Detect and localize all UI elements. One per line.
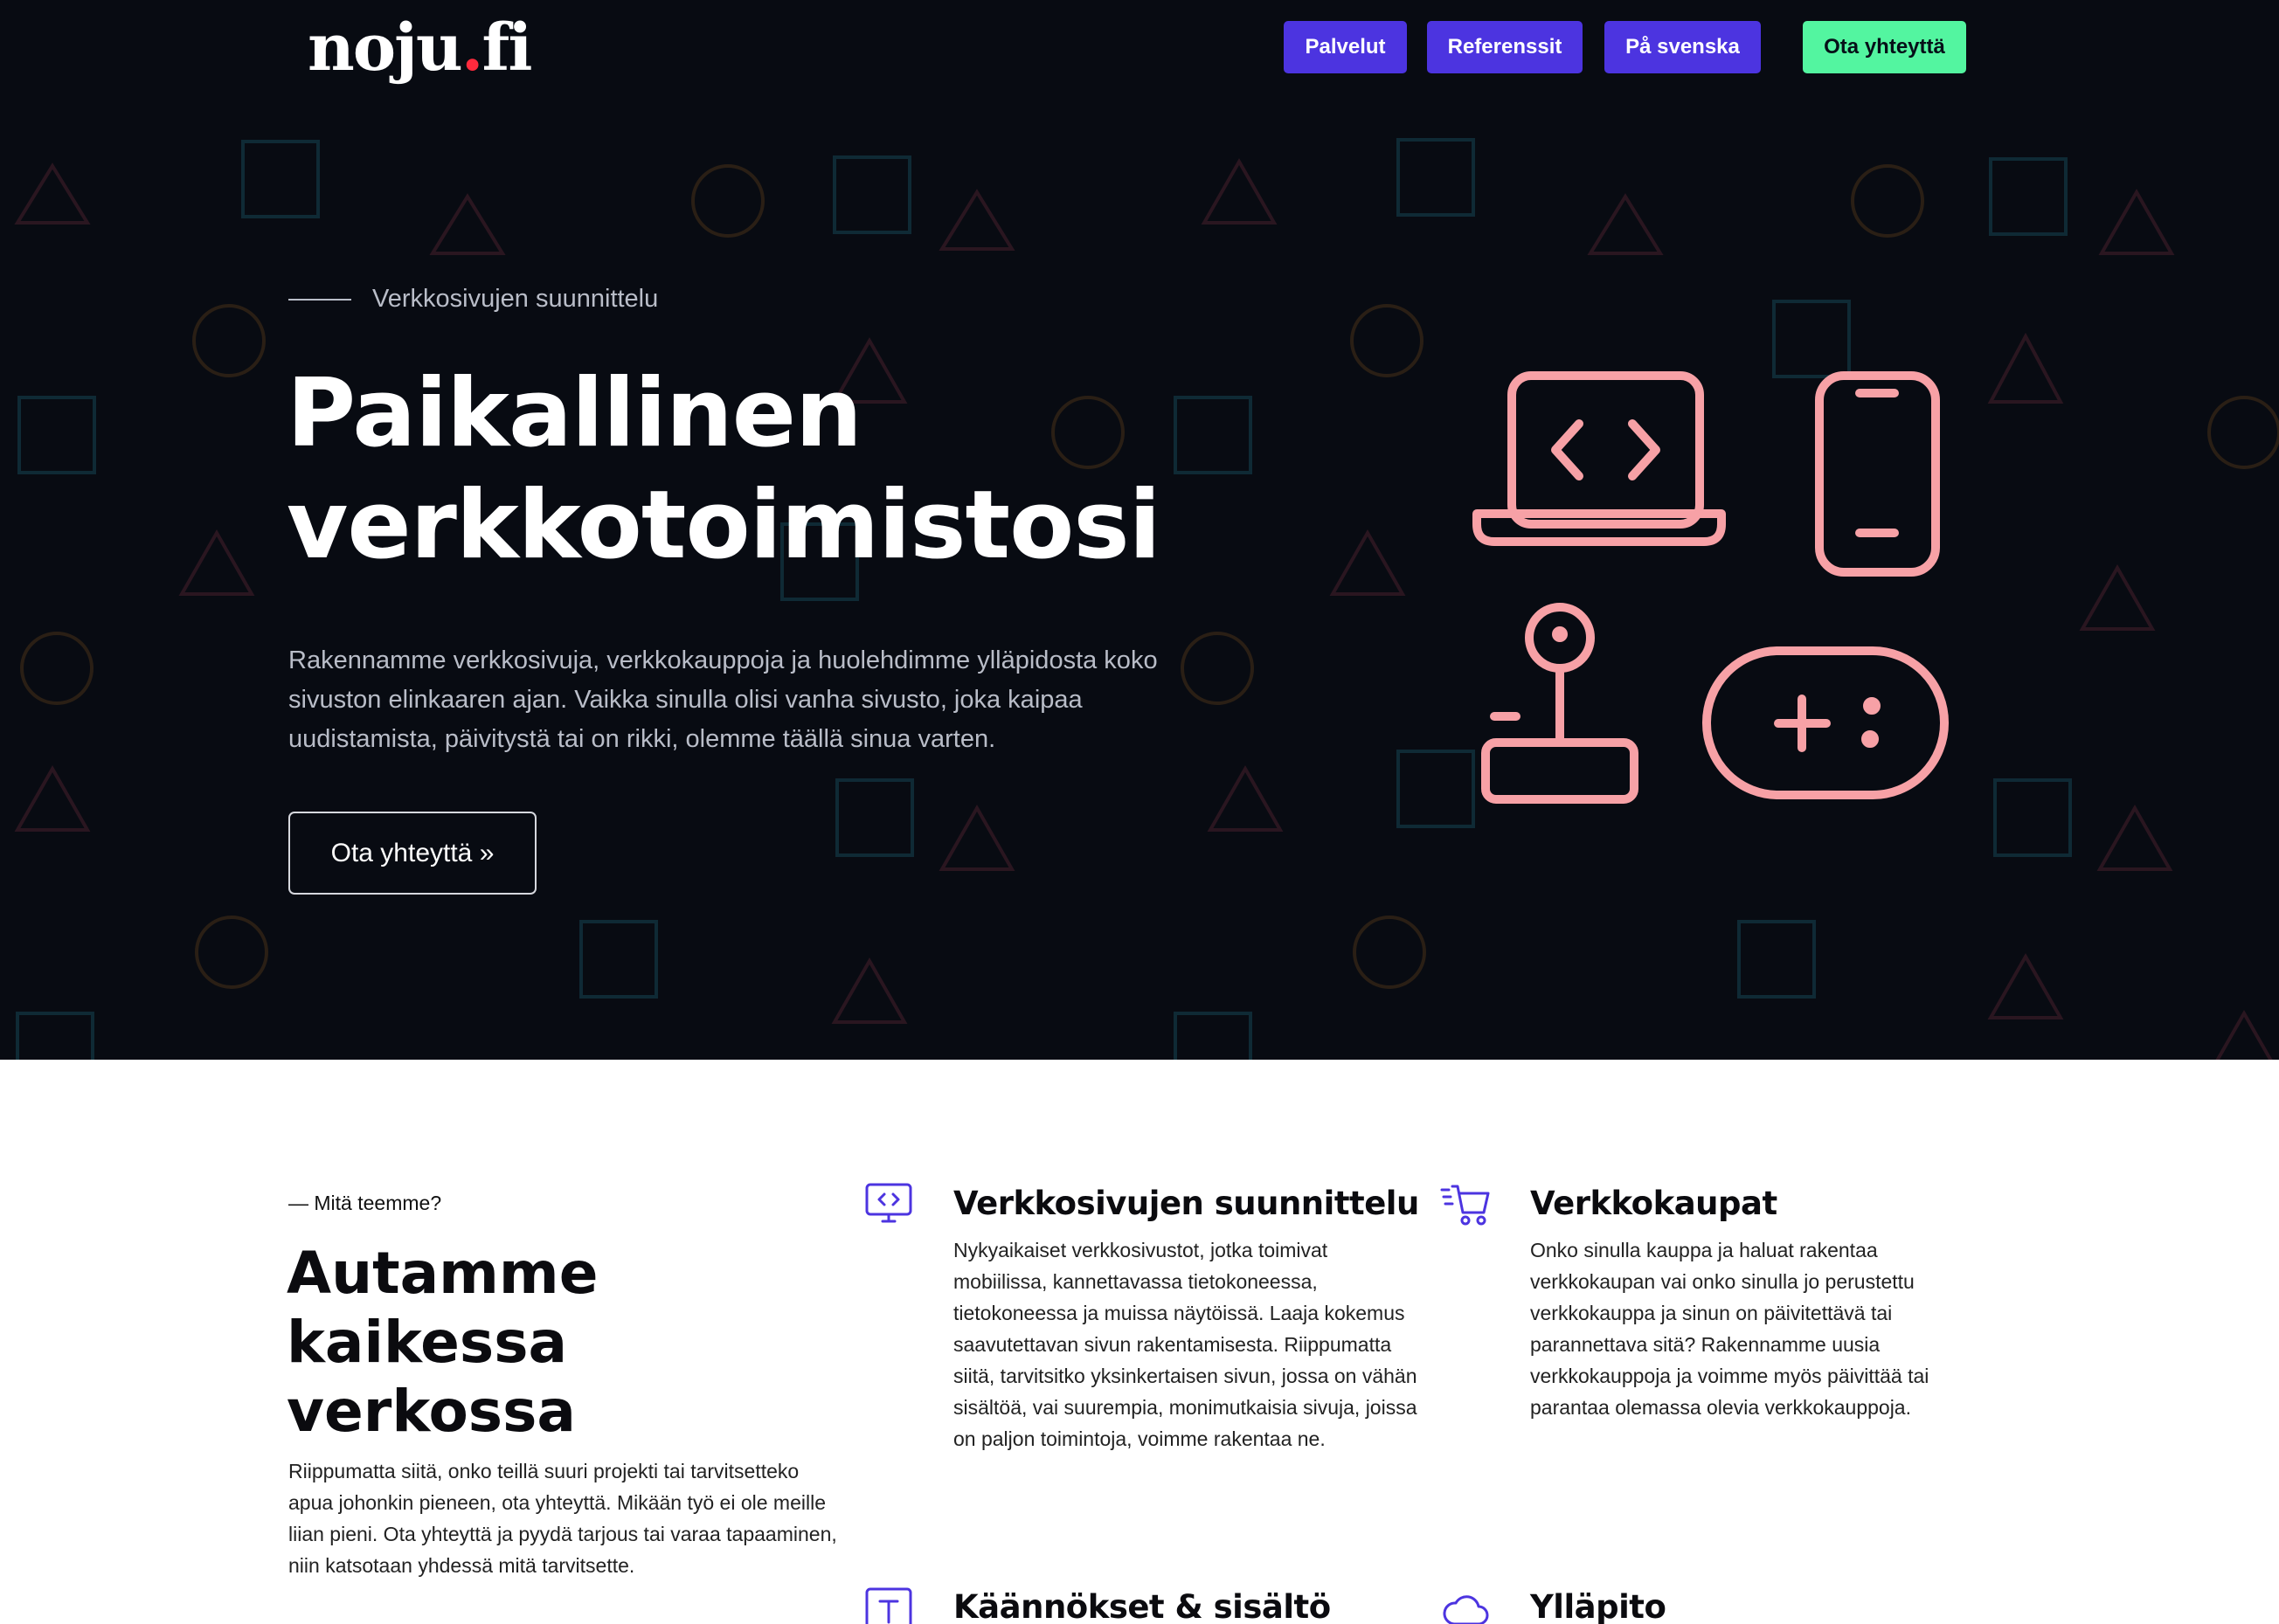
- service-translations-title: Käännökset & sisältö: [953, 1588, 1331, 1624]
- logo-tld: fi: [481, 10, 533, 86]
- hero-title: Paikallinen verkkotoimistosi: [287, 358, 1161, 582]
- service-webshop-text: Onko sinulla kauppa ja haluat rakentaa v…: [1530, 1239, 1929, 1419]
- nav-contact-button[interactable]: Ota yhteyttä: [1803, 21, 1966, 73]
- service-web-design-text: Nykyaikaiset verkkosivustot, jotka toimi…: [953, 1239, 1417, 1450]
- monitor-code-icon: [865, 1183, 912, 1223]
- hero-title-line-1: Paikallinen: [287, 359, 862, 468]
- eyebrow-line: [288, 298, 351, 301]
- gamepad-icon: [1702, 646, 1949, 799]
- logo-name: noju: [308, 10, 463, 86]
- cloud-icon: [1443, 1595, 1489, 1624]
- hero-section: noju.fi Palvelut Referenssit På svenska …: [0, 0, 2279, 1060]
- eyebrow-text: Verkkosivujen suunnittelu: [372, 285, 659, 313]
- services-title: Autamme kaikessa verkossa: [287, 1239, 598, 1446]
- services-title-line-3: verkossa: [287, 1378, 576, 1445]
- hero-description: Rakennamme verkkosivuja, verkkokauppoja …: [288, 646, 1158, 753]
- hero-contact-button[interactable]: Ota yhteyttä »: [288, 812, 537, 895]
- text-icon: [865, 1587, 912, 1624]
- service-webshop-title: Verkkokaupat: [1530, 1185, 1777, 1222]
- nav-services-button[interactable]: Palvelut: [1284, 21, 1407, 73]
- smartphone-icon: [1815, 371, 1940, 577]
- laptop-code-icon: [1472, 371, 1726, 546]
- hero-eyebrow: Verkkosivujen suunnittelu: [288, 285, 658, 314]
- nav-references-button[interactable]: Referenssit: [1427, 21, 1583, 73]
- nav-swedish-button[interactable]: På svenska: [1604, 21, 1761, 73]
- joystick-icon: [1481, 603, 1638, 804]
- site-logo[interactable]: noju.fi: [308, 16, 532, 80]
- hero-title-line-2: verkkotoimistosi: [287, 471, 1161, 580]
- logo-dot: .: [461, 10, 484, 86]
- shopping-cart-icon: [1440, 1185, 1490, 1226]
- services-intro: Riippumatta siitä, onko teillä suuri pro…: [288, 1460, 837, 1577]
- service-maintenance-title: Ylläpito: [1530, 1588, 1666, 1624]
- services-title-line-1: Autamme: [287, 1240, 599, 1307]
- services-title-line-2: kaikessa: [287, 1309, 568, 1376]
- hero-illustration: [1472, 371, 1949, 804]
- services-kicker: — Mitä teemme?: [288, 1192, 442, 1214]
- service-web-design-title: Verkkosivujen suunnittelu: [953, 1185, 1419, 1222]
